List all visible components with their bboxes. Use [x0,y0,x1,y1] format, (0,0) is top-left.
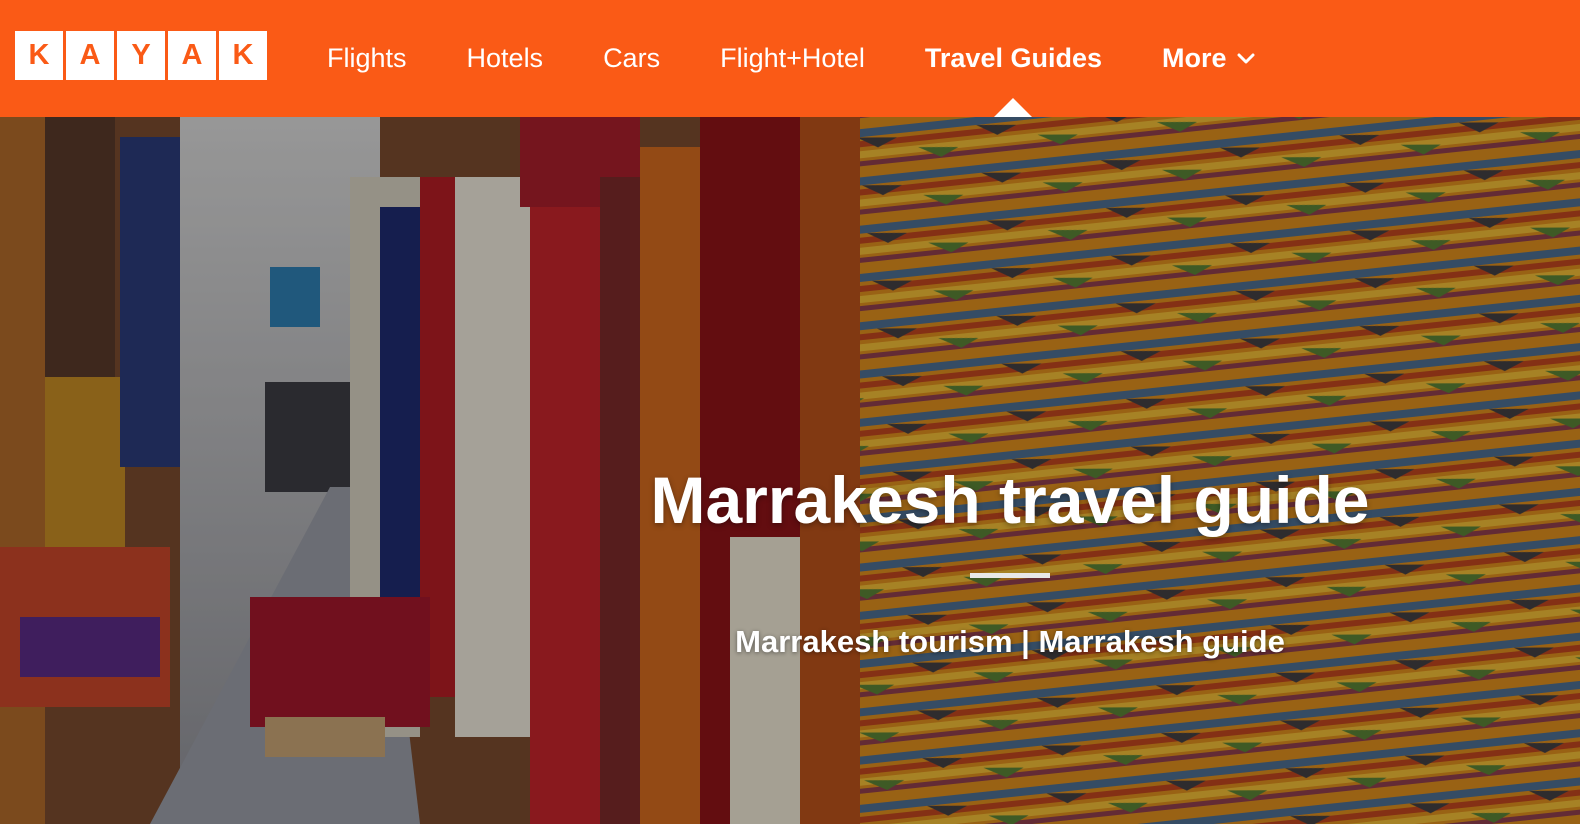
title-divider [970,573,1050,578]
nav-item-more[interactable]: More [1162,0,1255,117]
top-navigation-bar: K A Y A K Flights Hotels Cars Flight+Hot… [0,0,1580,117]
link-separator: | [1021,624,1039,659]
nav-item-label: Hotels [466,43,544,73]
nav-item-label: More [1162,43,1227,73]
nav-item-label: Flights [327,43,407,73]
hero-breadcrumb-links: Marrakesh tourism | Marrakesh guide [620,622,1400,662]
marrakesh-tourism-link[interactable]: Marrakesh tourism [735,624,1012,659]
active-tab-caret-icon [994,98,1033,117]
nav-item-hotels[interactable]: Hotels [467,0,544,117]
nav-item-label: Travel Guides [924,43,1102,73]
main-nav: Flights Hotels Cars Flight+Hotel Travel … [327,0,1315,117]
chevron-down-icon [1237,53,1255,63]
logo-letter: A [168,31,216,80]
nav-item-flight-hotel[interactable]: Flight+Hotel [720,0,865,117]
nav-item-flights[interactable]: Flights [327,0,407,117]
logo-letter: K [15,31,63,80]
nav-item-cars[interactable]: Cars [603,0,660,117]
nav-item-travel-guides[interactable]: Travel Guides [925,0,1102,117]
logo-letter: K [219,31,267,80]
page-title: Marrakesh travel guide [650,463,1370,537]
logo-letter: Y [117,31,165,80]
marrakesh-guide-link[interactable]: Marrakesh guide [1038,624,1284,659]
logo-letter: A [66,31,114,80]
hero-banner: Marrakesh travel guide Marrakesh tourism… [0,117,1580,824]
nav-item-label: Flight+Hotel [720,43,865,73]
nav-item-label: Cars [603,43,661,73]
kayak-logo[interactable]: K A Y A K [15,31,267,80]
